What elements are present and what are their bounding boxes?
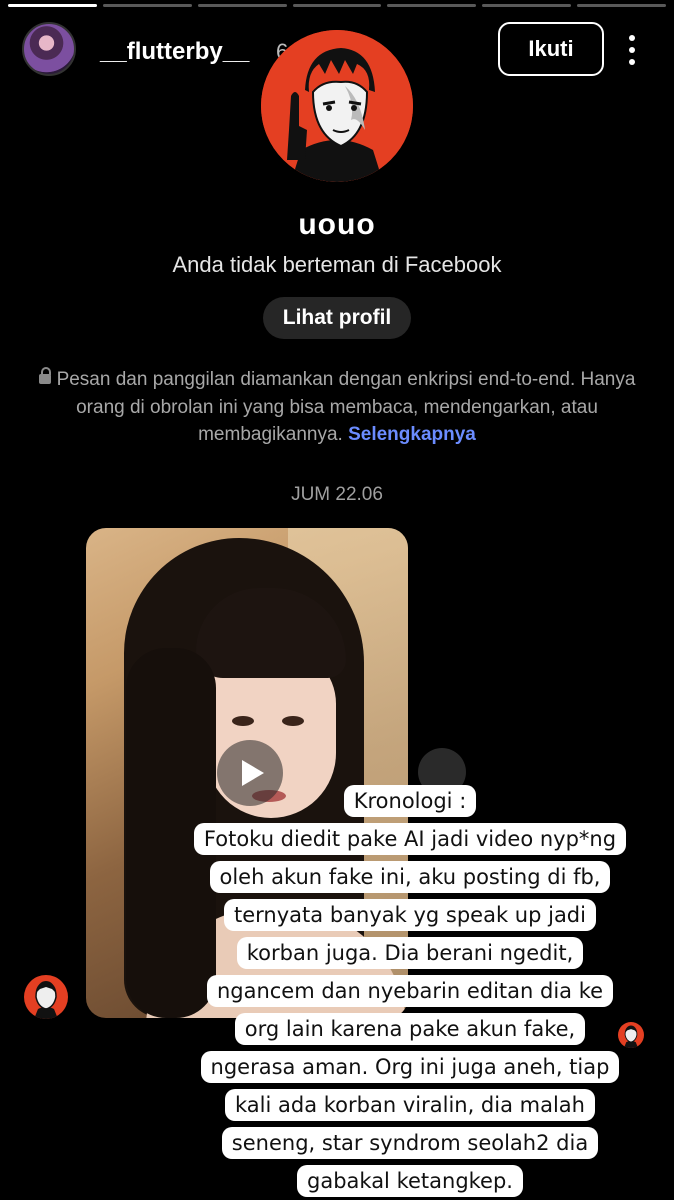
chat-name: uouo [298, 208, 376, 241]
progress-segment [8, 4, 97, 7]
anime-character-icon [261, 30, 413, 182]
caption-line: gabakal ketangkep. [297, 1165, 523, 1197]
message-date: JUM 22.06 [291, 484, 383, 505]
chat-profile-picture [261, 30, 413, 182]
caption-line: Fotoku diedit pake AI jadi video nyp*ng [193, 823, 627, 855]
caption-line: ngancem dan nyebarin editan dia ke [206, 975, 614, 1007]
progress-segment [577, 4, 667, 7]
lock-icon [38, 367, 51, 384]
encryption-notice: Pesan dan panggilan diamankan dengan enk… [30, 366, 644, 449]
encryption-text: Pesan dan panggilan diamankan dengan enk… [56, 369, 636, 445]
story-progress-bar [8, 4, 667, 7]
follow-button[interactable]: Ikuti [498, 22, 604, 76]
caption-line: ngerasa aman. Org ini juga aneh, tiap [200, 1051, 620, 1083]
caption-line: oleh akun fake ini, aku posting di fb, [209, 861, 611, 893]
sender-avatar [24, 975, 68, 1019]
progress-segment [102, 4, 192, 7]
view-profile-button[interactable]: Lihat profil [263, 297, 411, 339]
story-caption: Kronologi : Fotoku diedit pake AI jadi v… [190, 782, 630, 1200]
caption-line: ternyata banyak yg speak up jadi [224, 899, 596, 931]
progress-segment [292, 4, 382, 7]
friendship-status: Anda tidak berteman di Facebook [172, 252, 502, 277]
user-avatar[interactable] [22, 22, 76, 76]
caption-line: korban juga. Dia berani ngedit, [236, 937, 584, 969]
progress-segment [387, 4, 477, 7]
caption-line: seneng, star syndrom seolah2 dia [221, 1127, 599, 1159]
learn-more-link[interactable]: Selengkapnya [348, 424, 476, 445]
username[interactable]: __flutterby__ [100, 38, 249, 66]
progress-segment [197, 4, 287, 7]
caption-line: Kronologi : [343, 785, 477, 817]
more-vertical-icon[interactable] [622, 32, 642, 68]
caption-line: org lain karena pake akun fake, [234, 1013, 586, 1045]
progress-segment [482, 4, 572, 7]
caption-line: kali ada korban viralin, dia malah [225, 1089, 595, 1121]
